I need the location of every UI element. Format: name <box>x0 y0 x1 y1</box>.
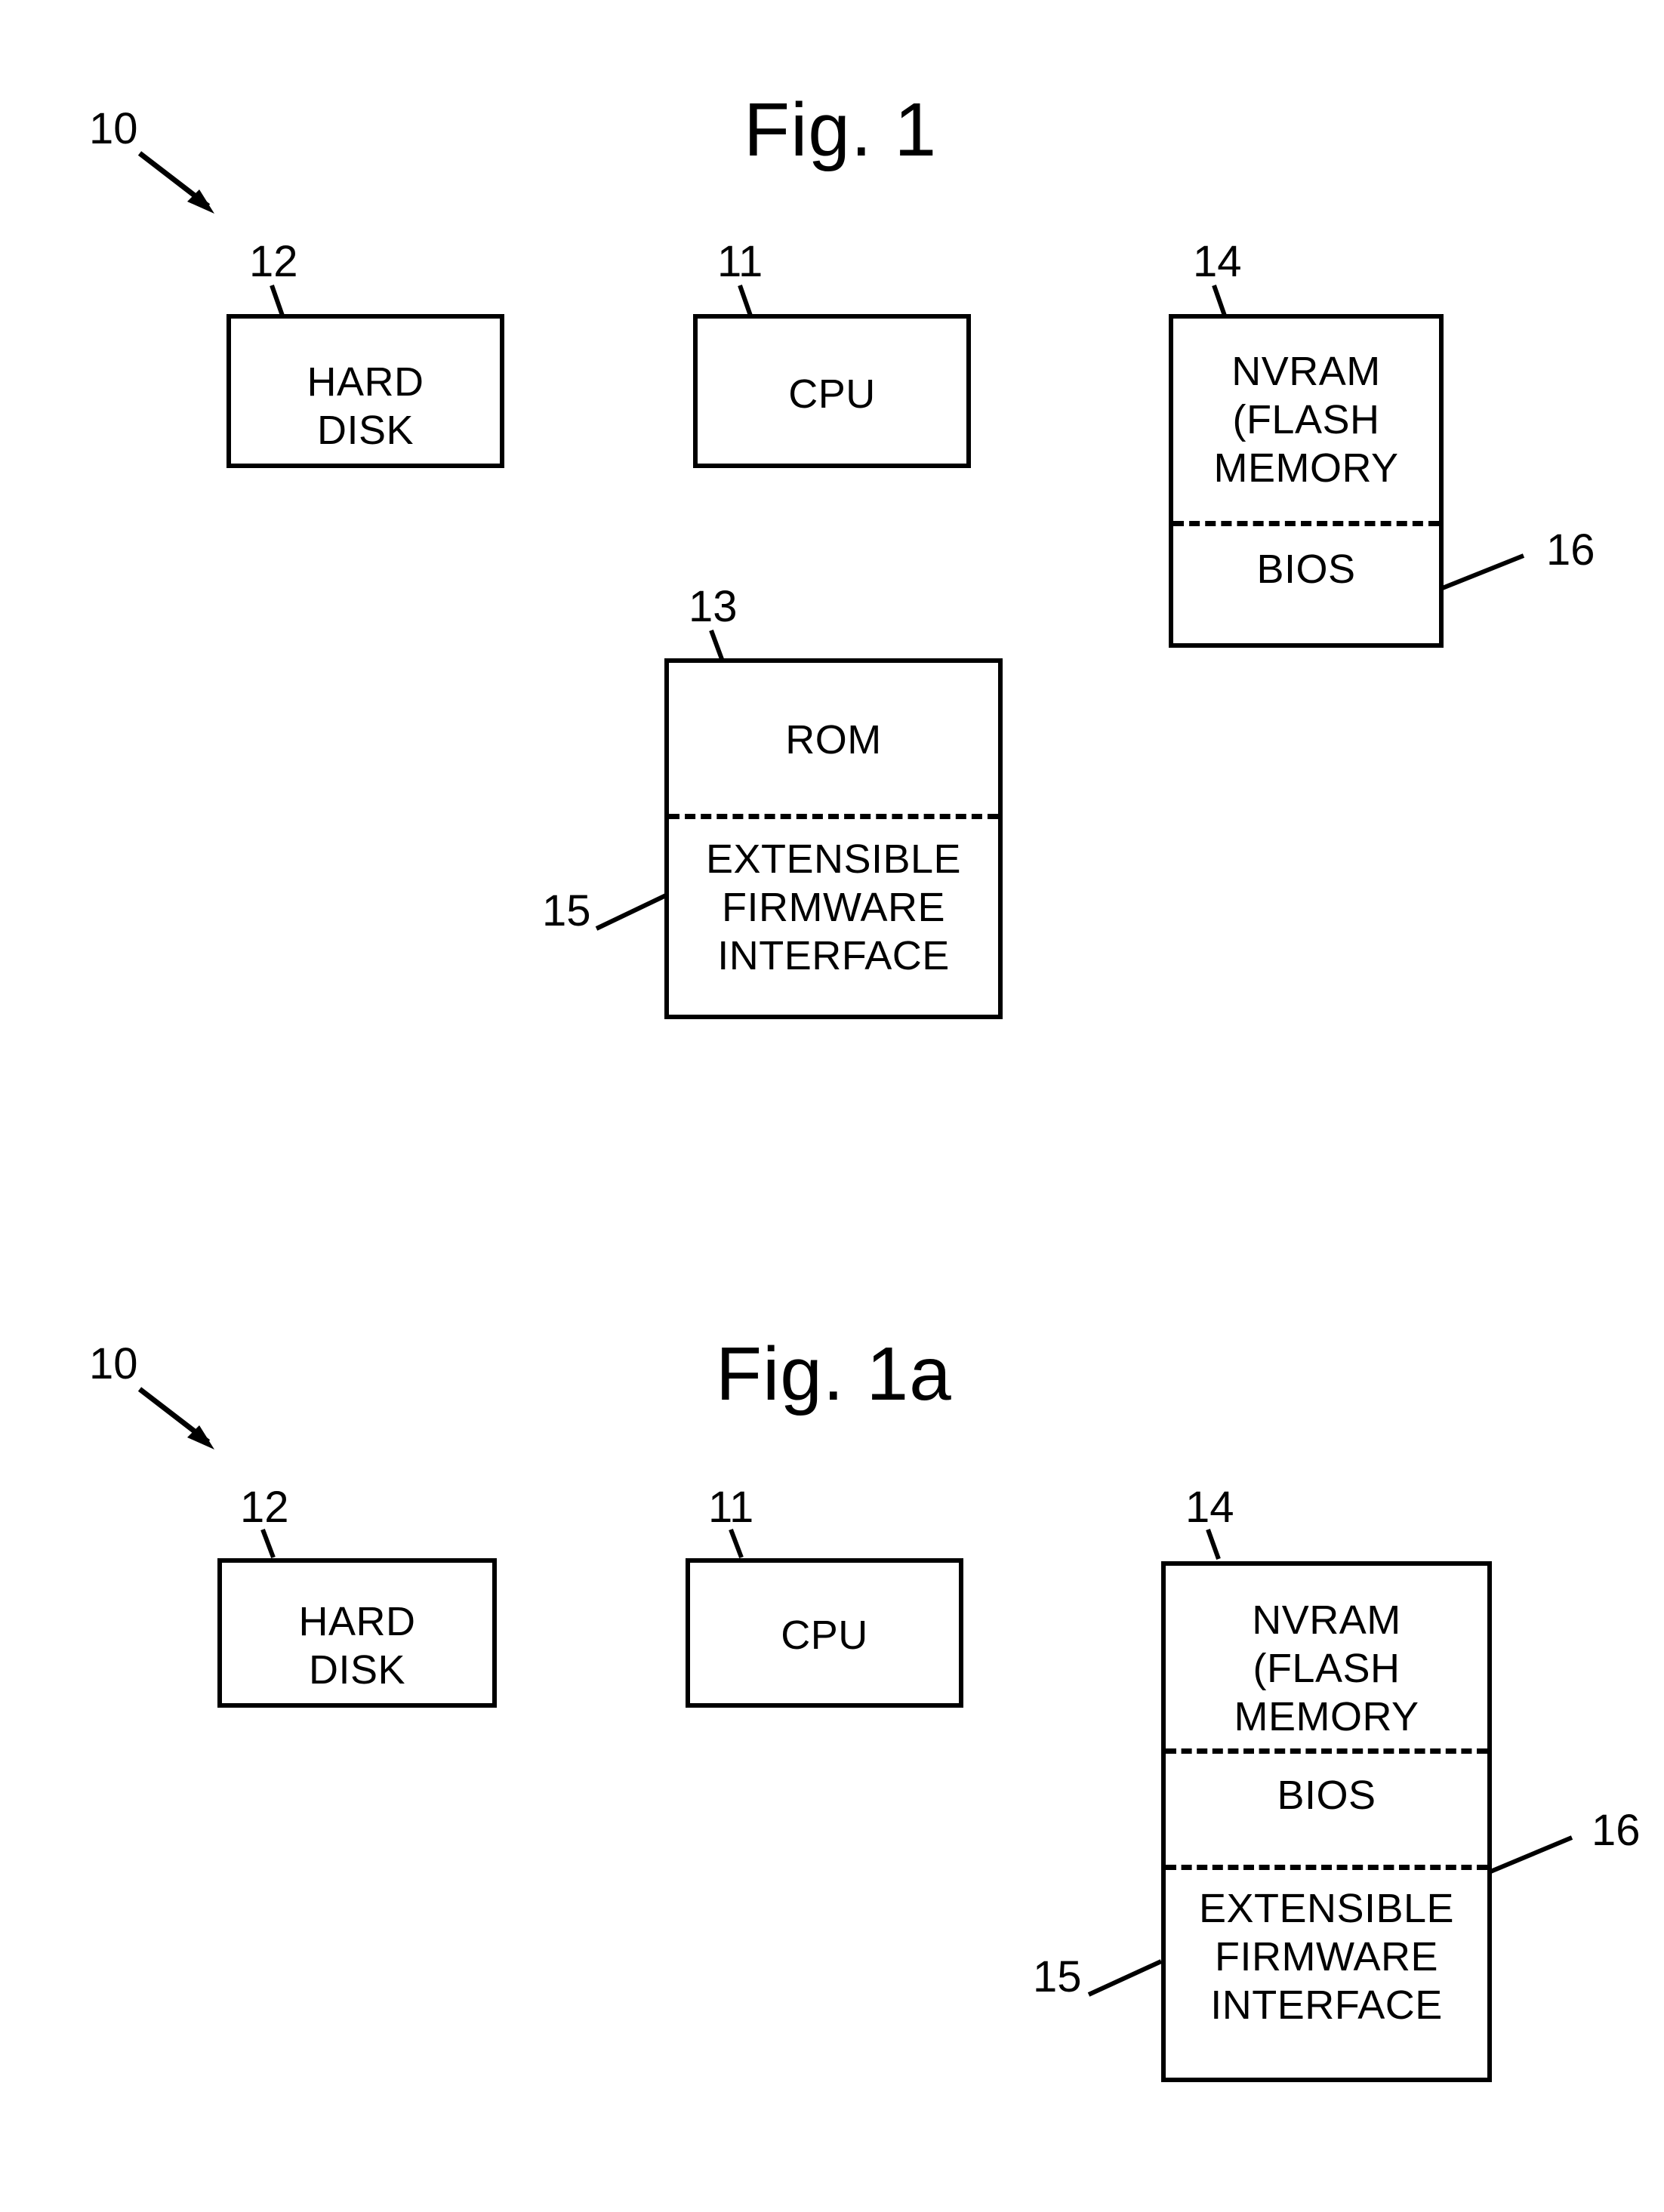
figure-1-title: Fig. 1 <box>744 88 938 172</box>
figure-1a-box-nvram-section-bios-label: BIOS <box>1277 1773 1376 1818</box>
figure-1a-ref-16: 16 <box>1592 1806 1641 1855</box>
figure-1a-ref-12: 12 <box>240 1483 289 1532</box>
figure-1a-box-cpu: CPU <box>686 1558 963 1708</box>
figure-1a-ref-14: 14 <box>1185 1483 1234 1532</box>
figure-1-box-rom: ROM EXTENSIBLE FIRMWARE INTERFACE <box>664 658 1003 1019</box>
figure-1-system-leader-arrow <box>137 151 214 214</box>
figure-1-ref-16: 16 <box>1546 525 1595 575</box>
figure-1-ref-11: 11 <box>717 237 763 286</box>
figure-1a-nvram-divider-1 <box>1166 1748 1487 1754</box>
figure-1a-leader-14 <box>1206 1528 1221 1560</box>
figure-1-leader-16 <box>1439 553 1525 591</box>
figure-1a-box-cpu-label: CPU <box>781 1613 868 1658</box>
figure-1a-leader-12 <box>260 1528 276 1559</box>
figure-1-box-hard-disk-label: HARD DISK <box>307 359 424 453</box>
figure-1-ref-12: 12 <box>249 237 298 286</box>
figure-1-ref-15: 15 <box>542 886 591 935</box>
figure-1a-title: Fig. 1a <box>716 1332 952 1416</box>
figure-1-box-cpu: CPU <box>693 314 971 468</box>
figure-1-system-ref-10: 10 <box>89 104 138 153</box>
figure-1-box-hard-disk: HARD DISK <box>226 314 504 468</box>
figure-1-box-rom-section-efi-label: EXTENSIBLE FIRMWARE INTERFACE <box>705 836 962 978</box>
patent-drawing-sheet: Fig. 1 10 12 HARD DISK 11 CPU 14 NVRAM (… <box>0 0 1664 2212</box>
figure-1a-box-nvram-label: NVRAM (FLASH MEMORY <box>1234 1597 1419 1739</box>
figure-1a-system-leader-arrow <box>137 1387 214 1450</box>
figure-1a-box-nvram: NVRAM (FLASH MEMORY BIOS EXTENSIBLE FIRM… <box>1161 1561 1492 2082</box>
figure-1-rom-divider <box>669 814 998 819</box>
figure-1-box-nvram: NVRAM (FLASH MEMORY BIOS <box>1169 314 1444 648</box>
figure-1-ref-14: 14 <box>1193 237 1242 286</box>
figure-1-leader-15 <box>595 893 667 931</box>
figure-1-nvram-divider <box>1173 521 1439 526</box>
figure-1a-ref-15: 15 <box>1033 1952 1082 2001</box>
figure-1-box-cpu-label: CPU <box>788 371 876 417</box>
figure-1a-leader-15 <box>1087 1959 1163 1997</box>
figure-1a-leader-11 <box>729 1528 744 1559</box>
figure-1-box-nvram-label: NVRAM (FLASH MEMORY <box>1213 349 1399 491</box>
figure-1-box-nvram-section-bios-label: BIOS <box>1256 547 1356 592</box>
figure-1-ref-13: 13 <box>689 582 738 631</box>
figure-1a-nvram-divider-2 <box>1166 1865 1487 1870</box>
figure-1a-box-nvram-section-efi-label: EXTENSIBLE FIRMWARE INTERFACE <box>1198 1886 1455 2028</box>
figure-1-box-rom-label: ROM <box>785 717 882 762</box>
figure-1a-box-hard-disk: HARD DISK <box>217 1558 497 1708</box>
figure-1a-ref-11: 11 <box>708 1483 754 1532</box>
figure-1a-box-hard-disk-label: HARD DISK <box>298 1599 416 1693</box>
figure-1a-system-ref-10: 10 <box>89 1339 138 1388</box>
figure-1a-leader-16 <box>1487 1835 1573 1875</box>
